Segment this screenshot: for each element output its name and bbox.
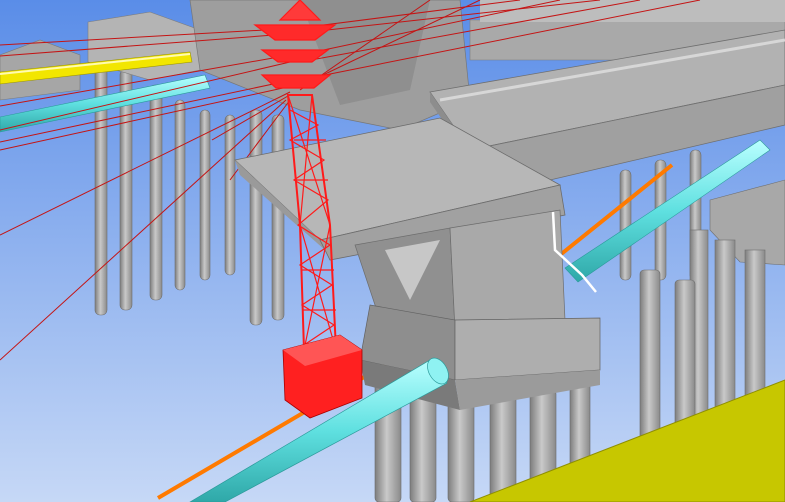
3d-scene[interactable] <box>0 0 785 502</box>
3d-model-viewport[interactable] <box>0 0 785 502</box>
